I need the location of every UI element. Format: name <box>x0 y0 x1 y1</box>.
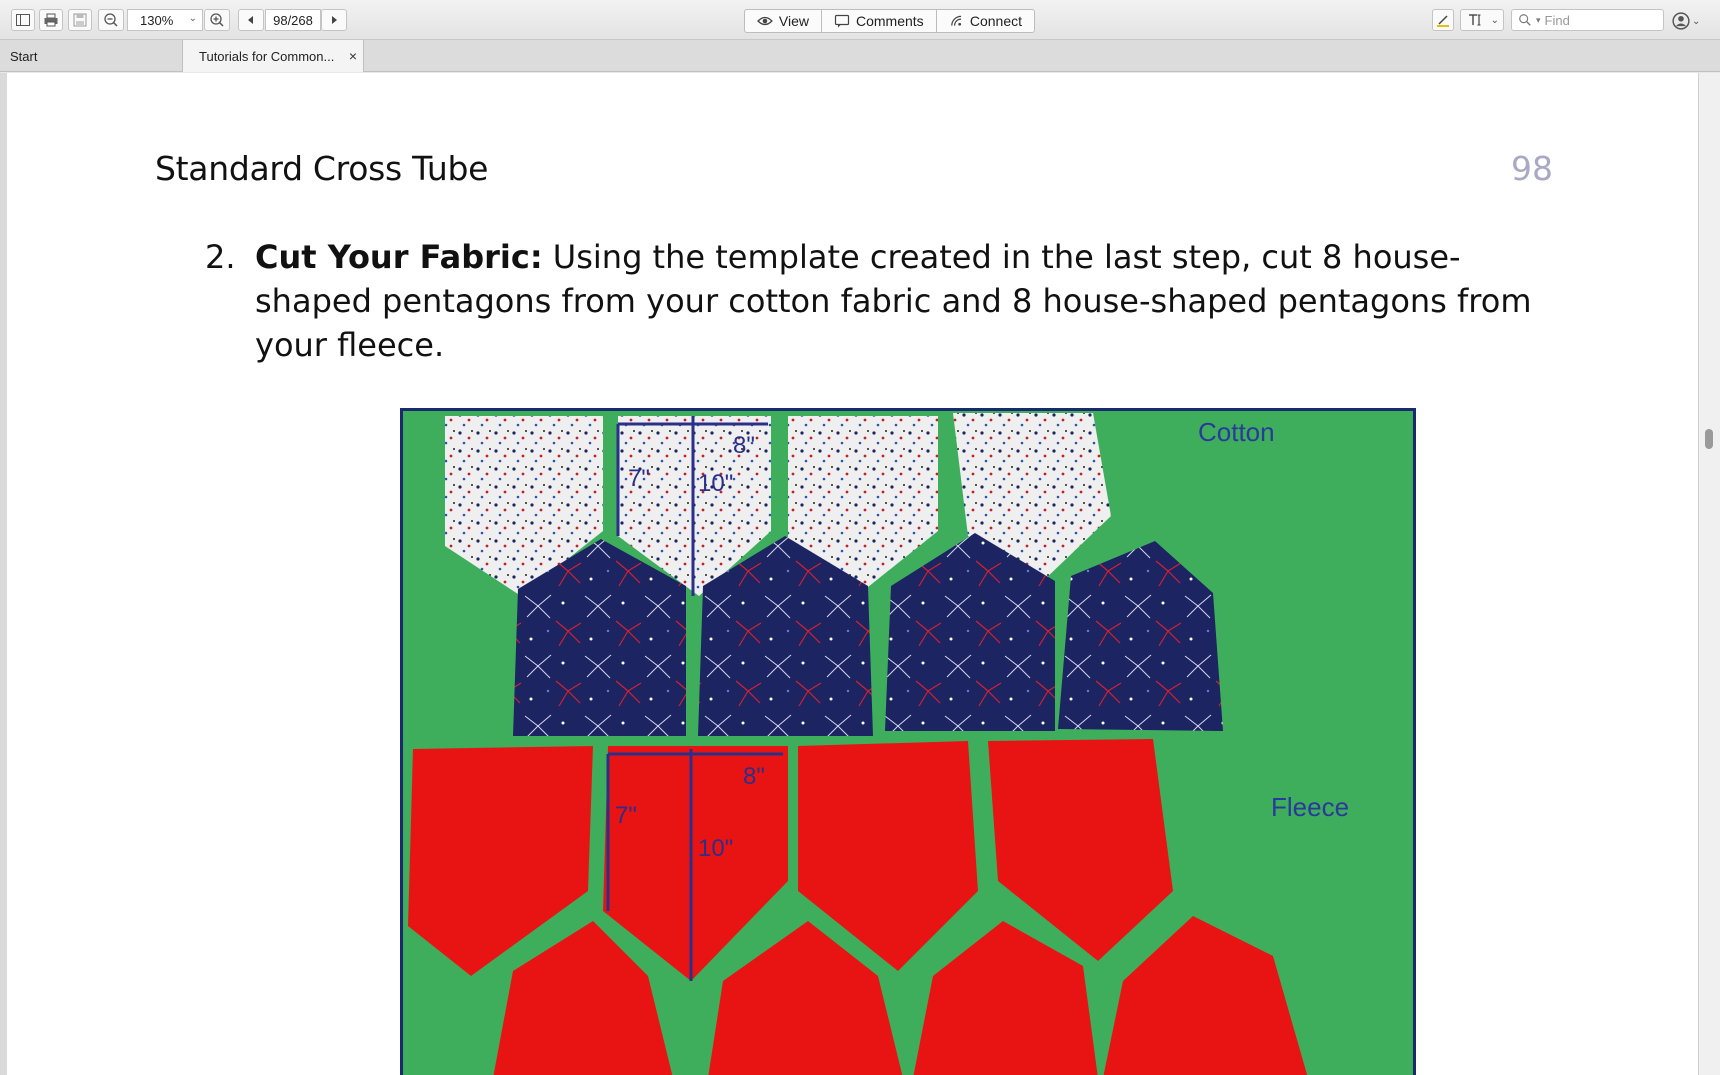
find-placeholder: Find <box>1544 12 1570 28</box>
sidebar-icon <box>16 14 30 26</box>
eye-icon <box>757 16 773 26</box>
vertical-scrollbar[interactable] <box>1698 73 1720 1075</box>
chevron-down-icon: ⌄ <box>188 13 197 24</box>
previous-page-button[interactable] <box>238 9 264 31</box>
user-avatar-icon <box>1672 12 1690 30</box>
close-icon[interactable]: × <box>349 48 357 64</box>
triangle-right-icon <box>332 16 337 24</box>
text-tool-button[interactable]: ⌄ <box>1460 9 1504 31</box>
save-icon <box>73 13 87 27</box>
search-icon <box>1519 14 1531 26</box>
comment-icon <box>834 14 850 28</box>
dim-bottom-height: 10" <box>698 835 733 862</box>
text-cursor-icon <box>1469 14 1481 26</box>
dim-bottom-side: 7" <box>615 802 637 829</box>
page-number-input[interactable]: 98/268 <box>265 9 321 31</box>
tab-tutorials[interactable]: Tutorials for Common... × <box>183 40 364 72</box>
step-text: Cut Your Fabric: Using the template crea… <box>255 235 1545 367</box>
sidebar-toggle-button[interactable] <box>11 9 35 31</box>
print-button[interactable] <box>39 9 63 31</box>
chevron-down-icon: ⌄ <box>1692 15 1701 27</box>
pdf-page: Standard Cross Tube 98 2. Cut Your Fabri… <box>7 73 1698 1075</box>
dim-top-side: 7" <box>628 465 650 492</box>
page-indicator: 98/268 <box>273 12 313 28</box>
zoom-in-button[interactable] <box>204 9 230 31</box>
step-heading: Cut Your Fabric: <box>255 238 543 276</box>
fabric-illustration: 8" 7" 10" 8" 7" 10" Cotton Fleece <box>403 411 1413 1075</box>
tab-label: Start <box>10 48 38 64</box>
page-header-number: 98 <box>1511 149 1553 188</box>
comments-label: Comments <box>856 13 924 29</box>
step-number: 2. <box>205 238 236 276</box>
account-button[interactable]: ⌄ <box>1672 11 1704 31</box>
cotton-label: Cotton <box>1198 417 1275 447</box>
pen-icon <box>1437 15 1449 27</box>
next-page-button[interactable] <box>321 9 347 31</box>
save-button[interactable] <box>68 9 92 31</box>
connect-button[interactable]: Connect <box>936 9 1035 33</box>
zoom-in-icon <box>210 13 224 27</box>
view-label: View <box>778 13 809 29</box>
chevron-down-icon: ⌄ <box>1490 14 1499 26</box>
zoom-select[interactable]: 130% ⌄ <box>127 9 203 31</box>
connect-icon <box>951 15 962 26</box>
dim-bottom-width: 8" <box>743 763 765 790</box>
tab-bar: Start Tutorials for Common... × <box>0 40 1720 72</box>
page-header-title: Standard Cross Tube <box>155 149 489 188</box>
comments-button[interactable]: Comments <box>821 9 937 33</box>
zoom-value: 130% <box>140 12 174 28</box>
caret-down-icon: ▾ <box>1536 14 1541 25</box>
tab-start[interactable]: Start <box>0 40 183 72</box>
zoom-out-icon <box>104 13 118 27</box>
highlight-button[interactable] <box>1432 9 1454 31</box>
fabric-photo: 8" 7" 10" 8" 7" 10" Cotton Fleece <box>400 408 1416 1075</box>
dim-top-width: 8" <box>733 432 755 459</box>
document-viewport: Standard Cross Tube 98 2. Cut Your Fabri… <box>0 73 1720 1075</box>
scrollbar-thumb[interactable] <box>1705 429 1713 449</box>
dim-top-height: 10" <box>698 470 733 497</box>
view-button[interactable]: View <box>744 9 822 33</box>
zoom-out-button[interactable] <box>98 9 124 31</box>
triangle-left-icon <box>248 16 253 24</box>
printer-icon <box>44 13 58 27</box>
tab-label: Tutorials for Common... <box>199 48 335 64</box>
fleece-label: Fleece <box>1271 792 1349 822</box>
find-input[interactable]: ▾ Find <box>1511 9 1664 31</box>
main-toolbar: 130% ⌄ 98/268 View Comments Connect ⌄ ▾ … <box>0 0 1720 40</box>
connect-label: Connect <box>969 13 1022 29</box>
